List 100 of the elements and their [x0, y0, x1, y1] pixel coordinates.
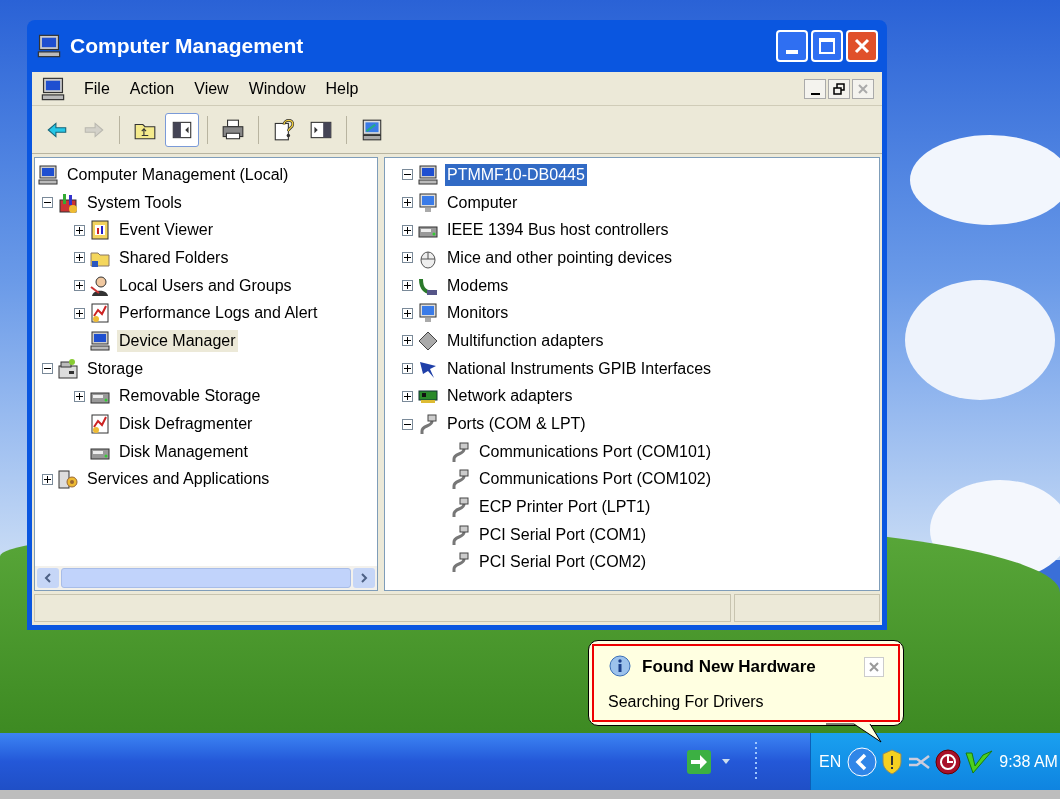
collapse-button[interactable]	[401, 418, 413, 430]
scroll-right-button[interactable]	[353, 568, 375, 588]
tree-item[interactable]: PTMMF10-DB0445	[445, 163, 587, 186]
storage-icon	[57, 357, 79, 380]
scroll-left-button[interactable]	[37, 568, 59, 588]
checkmark-icon[interactable]	[965, 748, 994, 775]
tree-item[interactable]: System Tools	[85, 191, 184, 214]
tree-item[interactable]: Computer Management (Local)	[65, 163, 291, 186]
computer-icon	[37, 163, 59, 186]
plus-icon	[43, 475, 51, 483]
printer-icon	[221, 117, 245, 142]
maximize-icon	[819, 38, 835, 54]
tree-item[interactable]: Disk Management	[117, 440, 250, 463]
diamond-icon	[417, 329, 439, 352]
collapse-button[interactable]	[41, 197, 53, 209]
tree-item[interactable]: Device Manager	[117, 329, 238, 352]
computer-icon	[89, 329, 111, 352]
plus-icon	[403, 392, 411, 400]
plus-icon	[403, 226, 411, 234]
grip-icon	[754, 741, 758, 782]
scroll-thumb[interactable]	[61, 568, 351, 588]
expand-button[interactable]	[401, 197, 413, 209]
toolbar-button[interactable]	[165, 112, 199, 147]
minimize-icon	[786, 50, 798, 54]
plus-icon	[75, 282, 83, 290]
expand-button[interactable]	[73, 390, 85, 402]
close-button[interactable]	[864, 656, 884, 677]
tree-item[interactable]: Local Users and Groups	[117, 274, 294, 297]
tree-item[interactable]: Modems	[445, 274, 511, 297]
tree-item[interactable]: National Instruments GPIB Interfaces	[445, 357, 714, 380]
expand-button[interactable]	[41, 473, 53, 485]
tree-item[interactable]: Communications Port (COM101)	[477, 440, 714, 463]
menu-item[interactable]: Action	[119, 76, 185, 101]
balloon-title: Found New Hardware	[642, 656, 816, 678]
tree-item[interactable]: Network adapters	[445, 385, 575, 408]
gear-icon	[57, 468, 79, 491]
menu-item[interactable]: Window	[238, 76, 316, 101]
plus-icon	[403, 309, 411, 317]
shield-warning-icon[interactable]	[881, 748, 904, 775]
expand-button[interactable]	[401, 224, 413, 236]
tree-item[interactable]: ECP Printer Port (LPT1)	[477, 496, 653, 519]
expand-button[interactable]	[73, 307, 85, 319]
tree-item[interactable]: Removable Storage	[117, 385, 263, 408]
plus-icon	[75, 254, 83, 262]
tree-item[interactable]: Ports (COM & LPT)	[445, 413, 588, 436]
tree-item[interactable]: Multifunction adapters	[445, 329, 606, 352]
expand-button[interactable]	[401, 280, 413, 292]
expand-button[interactable]	[401, 390, 413, 402]
plus-icon	[75, 226, 83, 234]
horizontal-scrollbar[interactable]	[35, 566, 377, 590]
computer-icon	[40, 75, 66, 102]
expand-button[interactable]	[401, 363, 413, 375]
tree-item[interactable]: Performance Logs and Alert	[117, 302, 320, 325]
computer-icon	[360, 117, 384, 142]
plus-icon	[403, 365, 411, 373]
tree-item[interactable]: Communications Port (COM102)	[477, 468, 714, 491]
clock-circle-icon[interactable]	[935, 748, 962, 775]
restore-button[interactable]	[828, 78, 850, 99]
collapse-button[interactable]	[41, 363, 53, 375]
log-book-icon	[89, 219, 111, 242]
expand-button[interactable]	[73, 252, 85, 264]
minimize-button[interactable]	[804, 78, 826, 99]
window-title: Computer Management	[70, 33, 304, 60]
balloon-message: Searching For Drivers	[608, 691, 765, 712]
expand-button[interactable]	[401, 252, 413, 264]
tree-item[interactable]: PCI Serial Port (COM1)	[477, 523, 649, 546]
toolbox-icon	[57, 191, 79, 214]
plus-icon	[403, 282, 411, 290]
dropdown-caret-icon[interactable]	[722, 759, 730, 764]
tree-item[interactable]: Monitors	[445, 302, 511, 325]
tree-item[interactable]: Services and Applications	[85, 468, 272, 491]
expand-button[interactable]	[73, 224, 85, 236]
chart-icon	[89, 413, 111, 436]
tree-item[interactable]: PCI Serial Port (COM2)	[477, 551, 649, 574]
close-icon	[854, 38, 870, 54]
maximize-button[interactable]	[811, 30, 843, 62]
tree-item[interactable]: IEEE 1394 Bus host controllers	[445, 219, 671, 242]
tree-item[interactable]: Storage	[85, 357, 146, 380]
monitor-icon	[417, 191, 439, 214]
expand-button[interactable]	[73, 280, 85, 292]
computer-icon	[417, 163, 439, 186]
expand-button[interactable]	[401, 307, 413, 319]
collapse-button[interactable]	[401, 169, 413, 181]
plus-icon	[75, 392, 83, 400]
expand-button[interactable]	[401, 335, 413, 347]
menu-item[interactable]: File	[74, 76, 120, 101]
clock: 9:38 AM	[999, 751, 1058, 772]
plus-icon	[403, 337, 411, 345]
restore-icon	[833, 82, 845, 95]
tree-item[interactable]: Disk Defragmenter	[117, 413, 255, 436]
computer-icon	[36, 33, 62, 59]
menu-item[interactable]: Help	[315, 76, 369, 101]
tree-item[interactable]: Mice and other pointing devices	[445, 246, 675, 269]
tree-item[interactable]: Event Viewer	[117, 219, 215, 242]
tree-item[interactable]: Computer	[445, 191, 520, 214]
tree-item[interactable]: Shared Folders	[117, 246, 231, 269]
info-icon	[608, 654, 632, 679]
menu-item[interactable]: View	[184, 76, 239, 101]
close-icon	[858, 83, 868, 94]
plus-icon	[403, 199, 411, 207]
